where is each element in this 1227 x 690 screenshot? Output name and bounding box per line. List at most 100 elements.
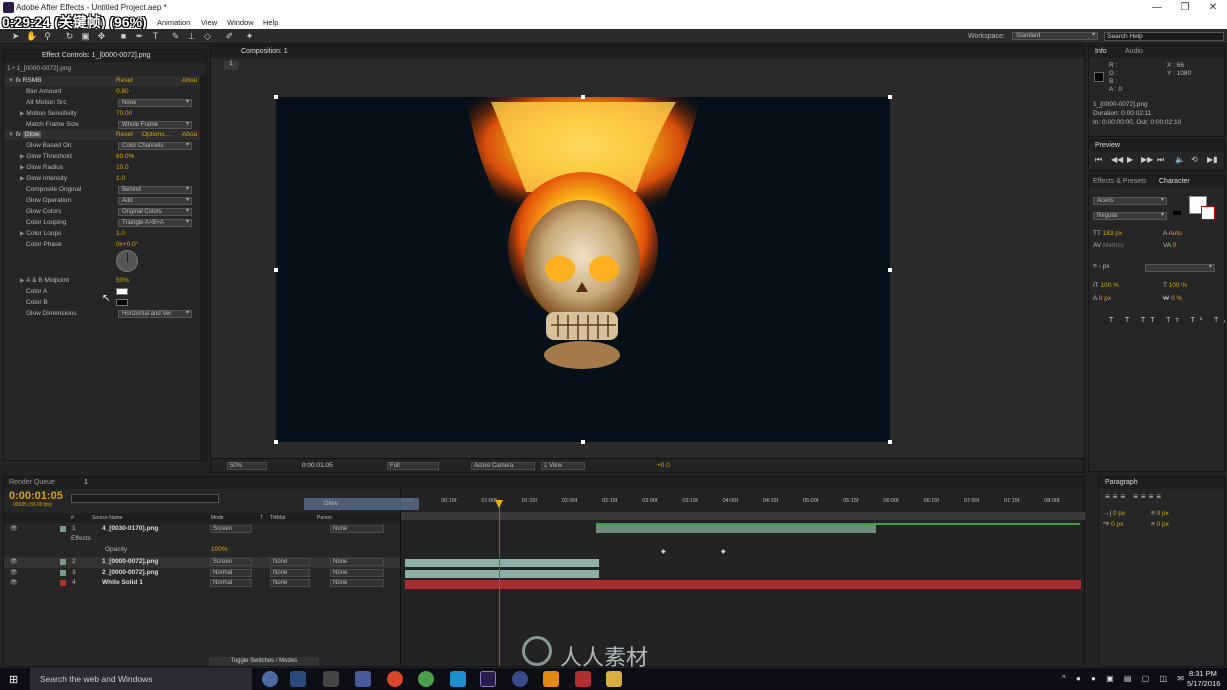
layer4-bar[interactable] [405,580,1081,589]
effect-param-row[interactable]: Color Phase 0x+0.0° [4,240,200,250]
vlc-icon[interactable] [543,671,559,687]
roto-brush-tool-icon[interactable]: ✐ [224,31,235,42]
baseline-shift-value[interactable]: 0 px [1099,295,1111,302]
effect-param-value[interactable]: 1.0 [116,230,125,240]
next-frame-icon[interactable]: ▶▶ [1141,155,1153,164]
effect-param-value[interactable]: 60.0% [116,153,134,163]
effect-controls-tab[interactable]: Effect Controls: 1_[0000-0072].png [42,52,150,59]
effect-param-row[interactable]: Alt Motion Src None [4,98,200,108]
search-help-input[interactable]: Search Help [1104,32,1224,41]
eye-icon[interactable]: 👁 [10,579,18,586]
black-swatch[interactable] [1173,211,1181,215]
tracking-value[interactable]: 0 [1173,242,1177,249]
camera-tool-icon[interactable]: ▣ [80,31,91,42]
color-a-swatch[interactable] [116,288,128,295]
work-area-bar[interactable] [401,512,1085,520]
after-effects-taskbar-icon[interactable] [480,671,496,687]
effects-group-label[interactable]: Effects [71,535,91,545]
effect-param-value[interactable]: Add [118,197,192,205]
pen-tool-icon[interactable]: ✒ [134,31,145,42]
app-icon[interactable] [323,671,339,687]
layer-trkmat-dropdown[interactable]: None [270,579,310,587]
effect-param-value[interactable]: 1.0 [116,175,125,185]
effect-param-row[interactable]: Blur Amount 0.80 [4,87,200,97]
stroke-width-value[interactable]: - px [1099,263,1110,270]
layer-label-color[interactable] [60,570,66,576]
render-queue-tab[interactable]: Render Queue [9,479,55,486]
effect-param-row[interactable]: Composite Original Behind [4,185,200,195]
layer1-bar[interactable] [596,525,876,533]
text-style-buttons[interactable]: T T TT Tт T¹ T₁ [1109,317,1227,327]
first-frame-icon[interactable]: ⏮ [1095,155,1102,165]
horizontal-scale-value[interactable]: 100 % [1169,282,1187,289]
rsmb-reset-button[interactable]: Reset [116,77,133,87]
font-style-dropdown[interactable]: Regular [1093,212,1167,220]
effect-param-value[interactable]: Horizontal and Ver [118,310,192,318]
transform-handle[interactable] [274,95,278,99]
layer-trkmat-dropdown[interactable]: None [270,558,310,566]
play-icon[interactable]: ▶ [1127,155,1133,164]
view-layout-dropdown[interactable]: 1 View [541,462,585,470]
effect-param-row[interactable]: ▶ Motion Sensitivity 70.00 [4,109,200,119]
paragraph-align-buttons[interactable]: ≡≡≡ ≡≡≡≡ [1105,492,1164,502]
composition-breadcrumb[interactable]: 1 [224,61,238,70]
chrome-icon[interactable] [387,671,403,687]
indent-left-value[interactable]: 0 px [1113,510,1125,517]
transform-handle[interactable] [888,95,892,99]
effect-param-row[interactable]: ▶ Glow Radius 10.0 [4,163,200,173]
color-b-swatch[interactable] [116,299,128,306]
skype-icon[interactable] [450,671,466,687]
pan-behind-tool-icon[interactable]: ✥ [96,31,107,42]
puppet-tool-icon[interactable]: ✦ [244,31,255,42]
effect-param-value[interactable]: Triangle A>B>A [118,219,192,227]
cinema4d-icon[interactable] [512,671,528,687]
composition-tab[interactable]: Composition: 1 [241,48,288,55]
zoom-tool-icon[interactable]: ⚲ [42,31,53,42]
timeline-layer-row[interactable]: 👁 1 4_[0030-0170].png Screen None [4,524,402,535]
active-camera-dropdown[interactable]: Active Camera [471,462,535,470]
rotate-tool-icon[interactable]: ↻ [64,31,75,42]
layer-parent-dropdown[interactable]: None [330,525,384,533]
effect-param-row[interactable]: Glow Colors Original Colors [4,207,200,217]
opacity-label[interactable]: Opacity [105,546,127,556]
layer-mode-dropdown[interactable]: Screen [210,525,252,533]
kerning-value[interactable]: Metrics [1103,242,1124,249]
layer-trkmat-dropdown[interactable]: None [270,569,310,577]
color-phase-dial[interactable] [116,250,138,272]
effect-param-row[interactable]: ▶ A & B Midpoint 50% [4,276,200,286]
layer-label-color[interactable] [60,559,66,565]
stroke-color-swatch[interactable] [1201,206,1215,220]
timeline-layer-row[interactable]: 👁 4 White Solid 1 Normal None None [4,578,402,589]
layer-label-color[interactable] [60,526,66,532]
transform-handle[interactable] [274,268,278,272]
effect-param-value[interactable]: 10.0 [116,164,129,174]
transform-handle[interactable] [581,95,585,99]
audio-tab[interactable]: Audio [1125,48,1143,55]
effect-param-value[interactable]: Behind [118,186,192,194]
task-view-icon[interactable] [262,671,278,687]
timeline-track-area[interactable]: 0:00f00:15f01:00f01:15f02:00f02:15f03:00… [400,490,1085,666]
effect-param-value[interactable]: 50% [116,277,129,287]
layer-source-name[interactable]: 4_[0030-0170].png [102,525,158,532]
windows-start-icon[interactable]: ⊞ [9,673,18,686]
effect-param-row[interactable]: Glow Based On Color Channels [4,141,200,151]
opacity-value[interactable]: 100% [211,546,228,556]
timeline-timecode[interactable]: 0:00:01:05 [9,490,63,502]
font-family-dropdown[interactable]: Aceris [1093,197,1167,205]
space-after-value[interactable]: 0 px [1157,521,1169,528]
layer-mode-dropdown[interactable]: Normal [210,579,252,587]
layer-mode-dropdown[interactable]: Screen [210,558,252,566]
media-encoder-icon[interactable] [355,671,371,687]
effect-controls-scrollbar[interactable] [200,76,206,460]
app-red-icon[interactable] [575,671,591,687]
effect-param-value[interactable]: Whole Frame [118,121,192,129]
clone-stamp-tool-icon[interactable]: ⊥ [186,31,197,42]
effect-param-value[interactable]: 0.80 [116,88,129,98]
tsume-value[interactable]: 0 % [1171,295,1182,302]
transform-handle[interactable] [274,440,278,444]
effect-param-row[interactable]: Glow Dimensions Horizontal and Ver [4,309,200,319]
timeline-search-input[interactable] [71,494,219,503]
glow-options-button[interactable]: Options... [142,131,170,141]
space-before-value[interactable]: 0 px [1157,510,1169,517]
type-tool-icon[interactable]: T [150,31,161,42]
